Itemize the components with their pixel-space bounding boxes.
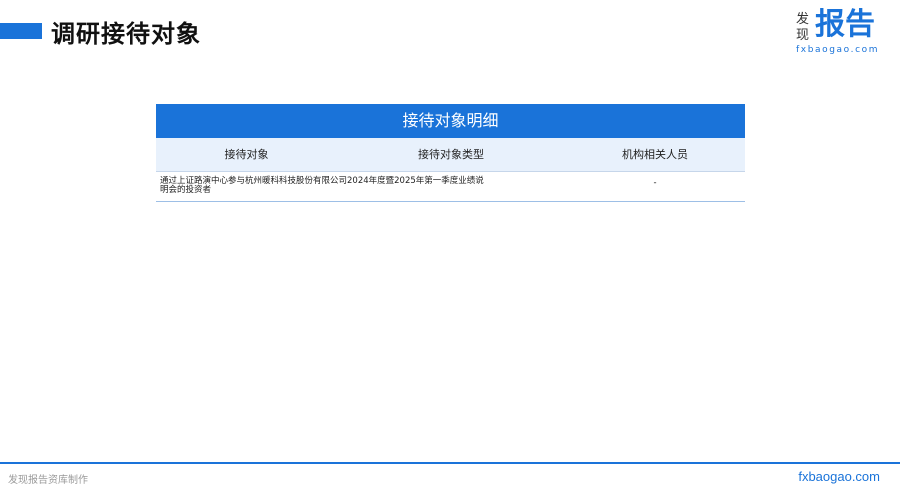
page: 调研接待对象 发现 报告 fxbaogao.com 接待对象明细 接待对象 接待…: [0, 0, 900, 500]
table-row: 通过上证路演中心参与杭州暖科科技股份有限公司2024年度暨2025年第一季度业绩…: [156, 172, 745, 202]
cell-object: 通过上证路演中心参与杭州暖科科技股份有限公司2024年度暨2025年第一季度业绩…: [160, 176, 484, 195]
title-accent-bar: [0, 23, 42, 39]
column-header-type: 接待对象类型: [418, 148, 484, 161]
brand-logo[interactable]: 发现 报告 fxbaogao.com: [796, 7, 888, 56]
footer-source-note: 发现报告资库制作: [8, 475, 88, 486]
logo-big-text: 报告: [815, 7, 875, 42]
footer-divider: [0, 462, 900, 464]
footer-site-link[interactable]: fxbaogao.com: [798, 469, 880, 484]
table-header-row: 接待对象 接待对象类型 机构相关人员: [156, 138, 745, 172]
table-caption: 接待对象明细: [156, 104, 745, 138]
logo-domain: fxbaogao.com: [796, 45, 880, 55]
reception-table: 接待对象明细 接待对象 接待对象类型 机构相关人员 通过上证路演中心参与杭州暖科…: [156, 104, 745, 202]
cell-type: [496, 177, 565, 196]
column-header-object: 接待对象: [224, 148, 269, 161]
cell-personnel: -: [653, 178, 657, 188]
logo-small-text: 发现: [796, 12, 810, 43]
column-header-personnel: 机构相关人员: [622, 148, 688, 161]
page-title: 调研接待对象: [51, 20, 201, 48]
